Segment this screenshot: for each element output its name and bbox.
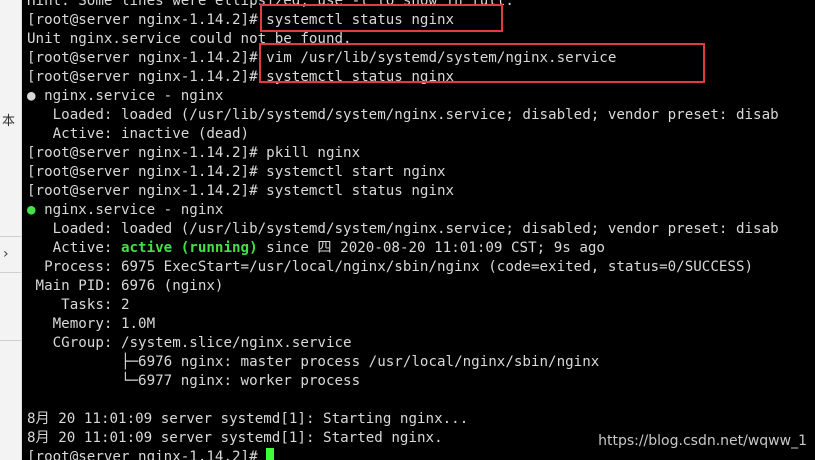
- annotation-box-status: [260, 4, 503, 32]
- line-text: Memory: 1.0M: [27, 316, 156, 332]
- line-text: 8月 20 11:01:09 server systemd[1]: Starti…: [27, 411, 469, 427]
- annotation-box-vim-status: [259, 43, 705, 83]
- terminal-line: Main PID: 6976 (nginx): [27, 277, 779, 296]
- status-dot-icon: ●: [27, 88, 36, 104]
- line-text: Loaded: loaded (/usr/lib/systemd/system/…: [27, 221, 779, 237]
- line-text: since 四 2020-08-20 11:01:09 CST; 9s ago: [257, 240, 605, 256]
- terminal-line: [root@server nginx-1.14.2]# systemctl st…: [27, 182, 779, 201]
- gutter-divider: [0, 236, 21, 237]
- line-prefix: Active:: [27, 240, 121, 256]
- gutter-label: 本: [2, 114, 16, 129]
- line-text: [root@server nginx-1.14.2]# pkill nginx: [27, 145, 361, 161]
- line-text: └─6977 nginx: worker process: [27, 373, 361, 389]
- line-text: nginx.service - nginx: [35, 88, 224, 104]
- line-text: Main PID: 6976 (nginx): [27, 278, 224, 294]
- status-dot-icon: ●: [27, 202, 36, 218]
- left-gutter-panel: 本 ›: [0, 0, 22, 460]
- terminal-line: Process: 6975 ExecStart=/usr/local/nginx…: [27, 258, 779, 277]
- line-text: [root@server nginx-1.14.2]# systemctl st…: [27, 164, 446, 180]
- terminal-line: Active: active (running) since 四 2020-08…: [27, 239, 779, 258]
- terminal-line: CGroup: /system.slice/nginx.service: [27, 334, 779, 353]
- expand-arrow-icon[interactable]: ›: [3, 246, 9, 262]
- terminal-line: Loaded: loaded (/usr/lib/systemd/system/…: [27, 220, 779, 239]
- terminal-line: Loaded: loaded (/usr/lib/systemd/system/…: [27, 106, 779, 125]
- line-text: Loaded: loaded (/usr/lib/systemd/system/…: [27, 107, 779, 123]
- line-text: [root@server nginx-1.14.2]#: [27, 449, 267, 460]
- terminal-line: Memory: 1.0M: [27, 315, 779, 334]
- gutter-divider: [0, 272, 21, 273]
- terminal-line: ├─6976 nginx: master process /usr/local/…: [27, 353, 779, 372]
- terminal-line: └─6977 nginx: worker process: [27, 372, 779, 391]
- line-text: [root@server nginx-1.14.2]# systemctl st…: [27, 183, 455, 199]
- status-active-running: active (running): [120, 240, 258, 256]
- terminal-line: 8月 20 11:01:09 server systemd[1]: Starti…: [27, 410, 779, 429]
- terminal-line: [root@server nginx-1.14.2]# pkill nginx: [27, 144, 779, 163]
- line-text: Active: inactive (dead): [27, 126, 250, 142]
- terminal-line: ● nginx.service - nginx: [27, 201, 779, 220]
- line-text: ├─6976 nginx: master process /usr/local/…: [27, 354, 600, 370]
- watermark-text: https://blog.csdn.net/wqww_1: [598, 433, 807, 449]
- terminal-cursor: [266, 448, 275, 460]
- terminal-line: [root@server nginx-1.14.2]# systemctl st…: [27, 163, 779, 182]
- line-text: Process: 6975 ExecStart=/usr/local/nginx…: [27, 259, 754, 275]
- line-text: CGroup: /system.slice/nginx.service: [27, 335, 352, 351]
- terminal-line: ● nginx.service - nginx: [27, 87, 779, 106]
- terminal-line: Tasks: 2: [27, 296, 779, 315]
- line-text: Tasks: 2: [27, 297, 130, 313]
- line-text: 8月 20 11:01:09 server systemd[1]: Starte…: [27, 430, 443, 446]
- terminal-window[interactable]: Hint: Some lines were ellipsized, use -l…: [22, 0, 815, 460]
- terminal-line: Active: inactive (dead): [27, 125, 779, 144]
- gutter-divider: [0, 340, 21, 341]
- line-text: nginx.service - nginx: [35, 202, 224, 218]
